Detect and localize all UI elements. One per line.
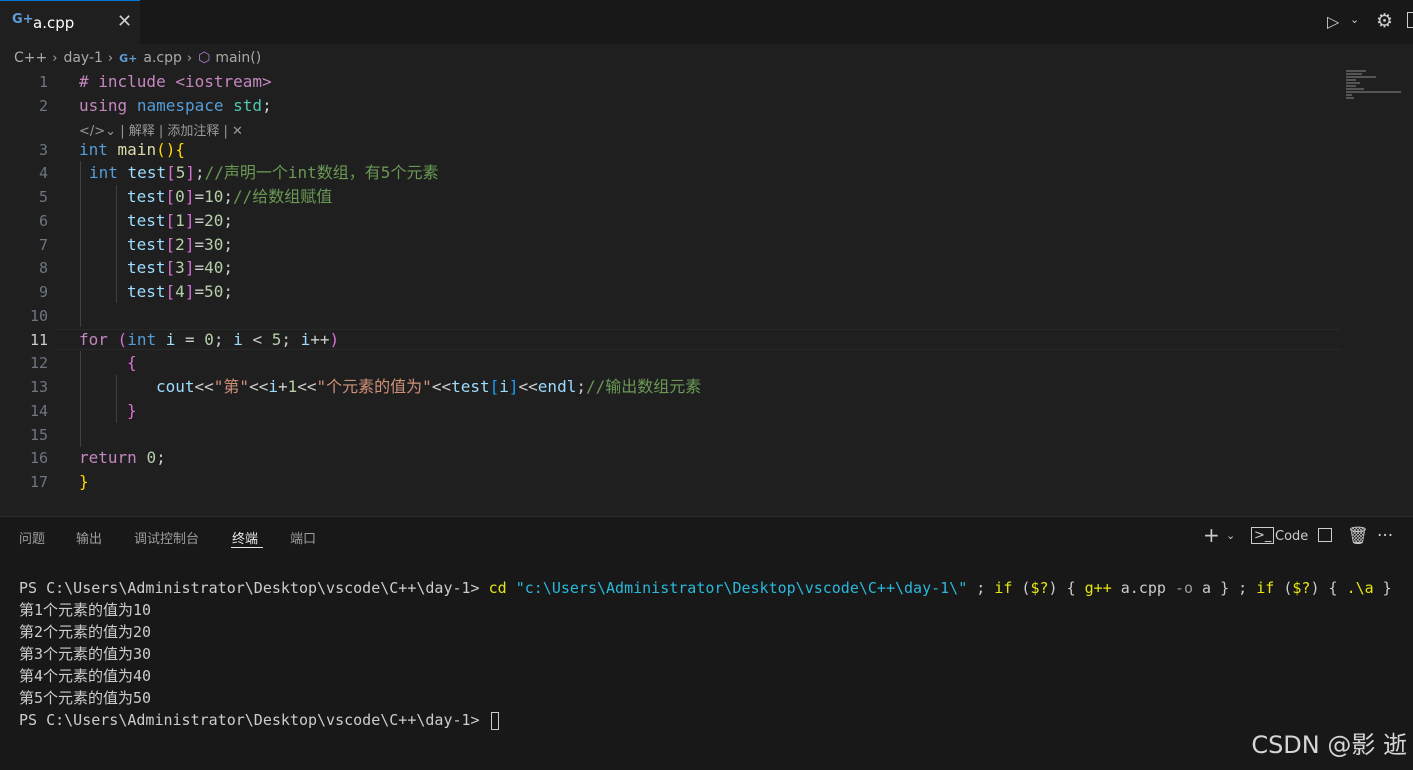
cube-icon: ⬡ (198, 50, 211, 66)
tab-ports[interactable]: 端口 (290, 528, 316, 547)
line-number: 12 (29, 354, 48, 372)
line-number: 9 (38, 283, 48, 301)
code-line: } (79, 472, 89, 491)
split-editor-icon[interactable] (1407, 12, 1413, 28)
gear-icon[interactable]: ⚙ (1376, 10, 1393, 32)
indent-guide (116, 185, 117, 303)
terminal-cursor (490, 711, 499, 730)
terminal-output-line: 第1个元素的值为10 (19, 601, 152, 619)
breadcrumb-item-cpp[interactable]: C++ (14, 50, 47, 66)
codelens[interactable]: </>⌄ | 解释 | 添加注释 | ✕ (79, 120, 243, 139)
terminal-output-line: 第3个元素的值为30 (19, 645, 152, 663)
bottom-panel: 问题 输出 调试控制台 终端 端口 + ⌄ >_ Code 🗑 ··· PS C… (0, 516, 1413, 770)
line-number: 15 (29, 426, 48, 444)
terminal-icon[interactable]: >_ (1251, 527, 1275, 544)
line-number: 13 (29, 378, 48, 396)
terminal-prompt-line: PS C:\Users\Administrator\Desktop\vscode… (19, 709, 1392, 731)
code-line: test[4]=50; (127, 282, 233, 301)
tab-bar: G+ a.cpp ✕ ▷ ⌄ ⚙ (0, 0, 1413, 44)
split-terminal-icon[interactable] (1318, 528, 1332, 542)
line-number: 2 (38, 97, 48, 115)
more-icon[interactable]: ··· (1377, 526, 1393, 546)
cpp-file-icon: G+ (119, 51, 138, 65)
close-icon[interactable]: ✕ (117, 11, 132, 32)
line-number: 7 (38, 236, 48, 254)
code-line: test[2]=30; (127, 235, 233, 254)
terminal-prompt: PS C:\Users\Administrator\Desktop\vscode… (19, 711, 480, 729)
tab-filename: a.cpp (33, 14, 75, 32)
trash-icon[interactable]: 🗑 (1347, 526, 1369, 546)
tab-output[interactable]: 输出 (76, 528, 102, 547)
editor-tab-a-cpp[interactable]: G+ a.cpp ✕ (0, 0, 140, 44)
chevron-right-icon: › (107, 50, 114, 66)
line-number: 16 (29, 449, 48, 467)
chevron-right-icon: › (52, 50, 58, 66)
code-line: test[3]=40; (127, 258, 233, 277)
code-editor[interactable]: 1 2 3 4 5 6 7 8 9 10 11 12 13 14 15 16 1… (0, 70, 1413, 516)
indent-guide (80, 161, 81, 327)
chevron-down-icon[interactable]: ⌄ (1226, 529, 1235, 542)
code-line: return 0; (79, 448, 166, 467)
line-number: 5 (38, 188, 48, 206)
terminal-output-line: 第4个元素的值为40 (19, 667, 152, 685)
terminal-cmd: cd (488, 579, 507, 597)
codelens-icon: </>⌄ (79, 124, 117, 139)
breadcrumb-item-day-1[interactable]: day-1 (63, 50, 102, 66)
code-line: cout<<"第"<<i+1<<"个元素的值为"<<test[i]<<endl;… (156, 377, 702, 396)
indent-guide (80, 351, 81, 447)
indent-guide (116, 375, 117, 423)
code-line: # include <iostream> (79, 72, 272, 91)
terminal-output[interactable]: PS C:\Users\Administrator\Desktop\vscode… (19, 577, 1392, 731)
code-line: test[0]=10;//给数组赋值 (127, 187, 333, 206)
code-line: for (int i = 0; i < 5; i++) (79, 330, 340, 349)
line-number: 8 (38, 259, 48, 277)
run-icon[interactable]: ▷ (1327, 12, 1339, 31)
chevron-down-icon[interactable]: ⌄ (1350, 13, 1359, 26)
code-line: test[1]=20; (127, 211, 233, 230)
breadcrumb: C++ › day-1 › G+ a.cpp › ⬡ main() (14, 50, 261, 68)
breadcrumb-item-symbol[interactable]: main() (215, 50, 261, 66)
line-number: 14 (29, 402, 48, 420)
active-tab-indicator (231, 547, 263, 548)
line-number: 4 (38, 164, 48, 182)
line-number-active: 11 (29, 331, 48, 349)
code-line: { (127, 353, 137, 372)
add-terminal-icon[interactable]: + (1203, 523, 1220, 547)
line-number: 17 (29, 473, 48, 491)
breadcrumb-item-file[interactable]: a.cpp (143, 50, 182, 66)
terminal-output-line: 第2个元素的值为20 (19, 623, 152, 641)
line-number: 3 (38, 141, 48, 159)
tab-debug-console[interactable]: 调试控制台 (134, 528, 199, 547)
code-line: } (127, 401, 137, 420)
terminal-command-line: PS C:\Users\Administrator\Desktop\vscode… (19, 579, 1392, 597)
code-line: int main(){ (79, 140, 185, 159)
codelens-actions[interactable]: | 解释 | 添加注释 | ✕ (120, 124, 243, 139)
line-number: 10 (29, 307, 48, 325)
terminal-profile-label[interactable]: Code (1275, 529, 1308, 544)
code-line: using namespace std; (79, 96, 272, 115)
chevron-right-icon: › (186, 50, 193, 66)
code-line: int test[5];//声明一个int数组，有5个元素 (89, 163, 439, 182)
watermark: CSDN @影 逝 (1251, 731, 1407, 759)
minimap[interactable] (1346, 70, 1406, 110)
cpp-file-icon: G+ (12, 12, 34, 27)
tab-terminal[interactable]: 终端 (232, 528, 258, 547)
tab-problems[interactable]: 问题 (19, 528, 45, 547)
terminal-path-arg: "c:\Users\Administrator\Desktop\vscode\C… (515, 579, 968, 597)
line-number: 6 (38, 212, 48, 230)
line-number: 1 (38, 73, 48, 91)
terminal-output-line: 第5个元素的值为50 (19, 689, 152, 707)
terminal-prompt: PS C:\Users\Administrator\Desktop\vscode… (19, 579, 480, 597)
